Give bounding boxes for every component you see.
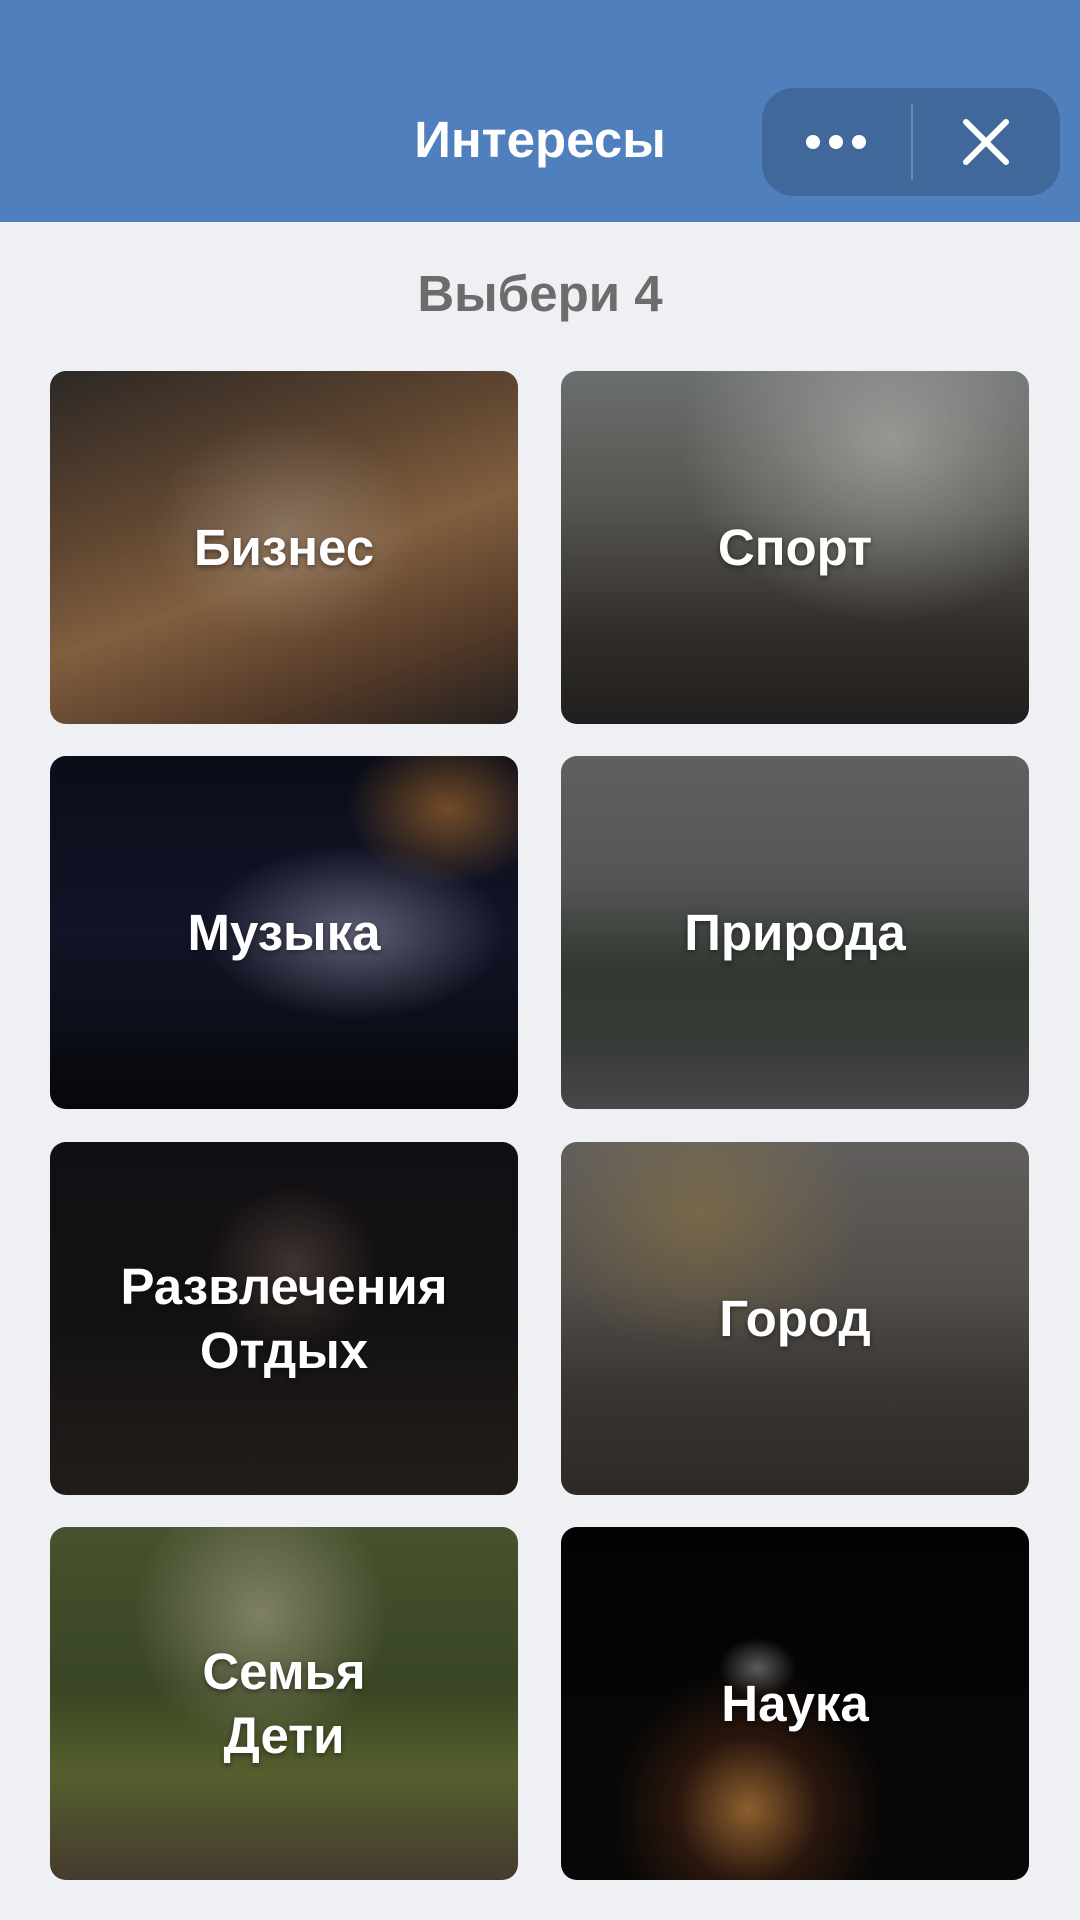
app-header: Интересы [0, 0, 1080, 222]
interest-label: Бизнес [193, 518, 375, 576]
interest-card-business[interactable]: Бизнес [50, 371, 518, 724]
interest-card-nature[interactable]: Природа [561, 756, 1029, 1109]
more-horizontal-icon [806, 135, 866, 149]
close-icon [963, 119, 1009, 165]
interest-card-science[interactable]: Наука [561, 1527, 1029, 1880]
more-button[interactable] [762, 88, 910, 196]
interest-card-family[interactable]: Семья Дети [50, 1527, 518, 1880]
interest-label: Наука [721, 1674, 869, 1732]
interest-card-sport[interactable]: Спорт [561, 371, 1029, 724]
close-button[interactable] [912, 88, 1060, 196]
interest-card-entertainment[interactable]: Развлечения Отдых [50, 1142, 518, 1495]
interest-label: Город [719, 1289, 871, 1347]
interest-card-music[interactable]: Музыка [50, 756, 518, 1109]
selection-hint: Выбери 4 [417, 265, 663, 322]
interest-card-city[interactable]: Город [561, 1142, 1029, 1495]
mini-app-capsule [762, 88, 1060, 196]
interest-label: Музыка [187, 903, 381, 961]
interest-label: Развлечения Отдых [120, 1257, 448, 1379]
interest-label: Спорт [717, 518, 873, 576]
interest-label: Природа [684, 903, 906, 961]
interest-label: Семья Дети [202, 1642, 366, 1764]
